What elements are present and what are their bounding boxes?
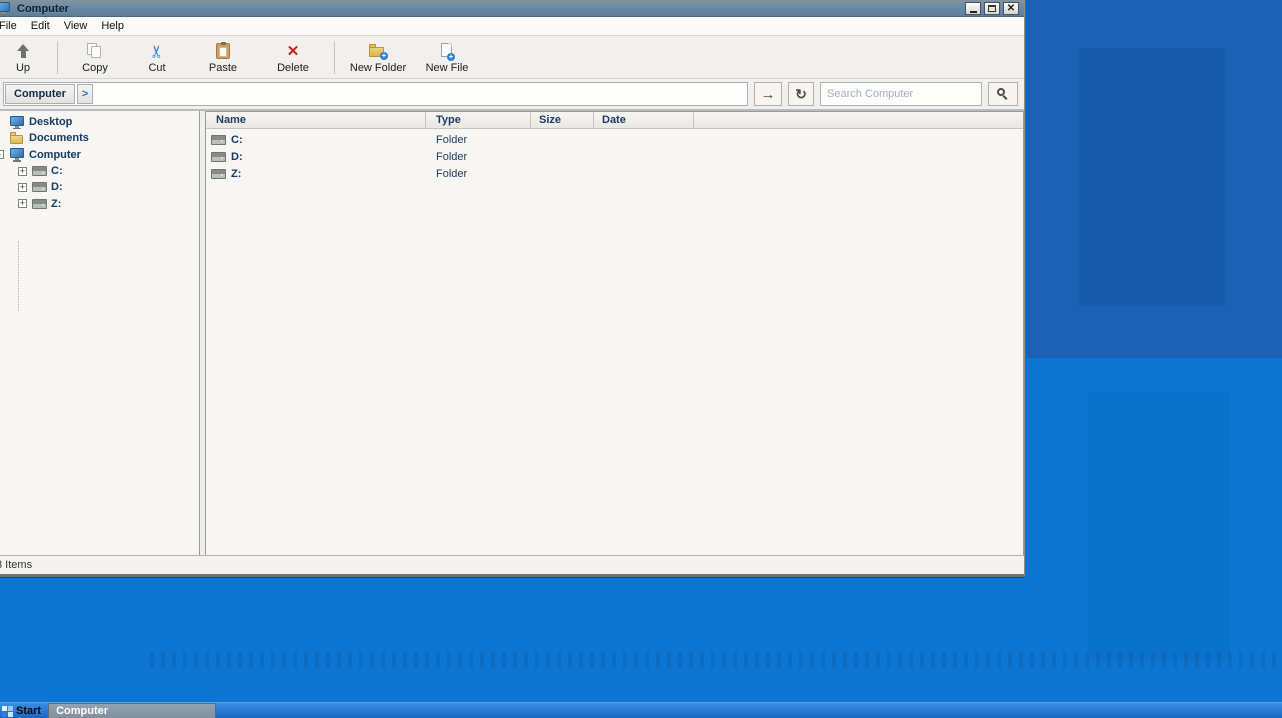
minimize-icon — [970, 11, 977, 13]
titlebar[interactable]: Computer ✕ — [0, 1, 1024, 17]
status-bar: 3 Items — [0, 555, 1024, 574]
expand-expander[interactable]: + — [18, 199, 27, 208]
tree-item-drive-c[interactable]: + C: — [0, 163, 199, 179]
desktop-dark-region — [1026, 0, 1282, 358]
desktop-icon — [10, 116, 25, 129]
folder-icon — [10, 132, 25, 144]
breadcrumb-chevron-icon[interactable]: > — [77, 84, 93, 104]
tree-item-drive-d[interactable]: + D: — [0, 179, 199, 195]
scissors-icon: ✂ — [149, 44, 166, 58]
new-folder-icon: + — [369, 44, 387, 58]
go-button[interactable]: → — [754, 82, 782, 106]
desktop: Computer ✕ File Edit View Help Up Copy — [0, 0, 1282, 718]
collapse-expander[interactable]: - — [0, 150, 4, 159]
new-file-button[interactable]: + New File — [415, 38, 479, 77]
drive-icon — [211, 169, 226, 179]
tree-item-desktop[interactable]: Desktop — [0, 114, 199, 130]
menu-edit[interactable]: Edit — [24, 18, 57, 34]
start-button[interactable]: Start — [0, 703, 45, 718]
path-box[interactable]: Computer > — [3, 82, 748, 106]
table-body: C: Folder D: Folder — [206, 129, 1023, 555]
expand-expander[interactable]: + — [18, 183, 27, 192]
close-icon: ✕ — [1007, 4, 1015, 14]
tree-connector-line — [18, 241, 19, 311]
item-count: 3 Items — [0, 559, 32, 571]
minimize-button[interactable] — [965, 2, 981, 15]
maximize-button[interactable] — [984, 2, 1000, 15]
new-folder-button[interactable]: + New Folder — [341, 38, 415, 77]
column-header-date[interactable]: Date — [594, 112, 694, 128]
desktop-shadow-rect — [1078, 48, 1226, 306]
close-button[interactable]: ✕ — [1003, 2, 1019, 15]
window-title: Computer — [17, 3, 965, 15]
drive-icon — [211, 152, 226, 162]
taskbar: Start Computer — [0, 702, 1282, 718]
drive-icon — [32, 182, 47, 192]
folder-tree-pane: Desktop Documents - Computer + C: — [0, 111, 200, 555]
search-input[interactable] — [820, 82, 982, 106]
file-list-pane: Name Type Size Date C: Folder — [205, 111, 1024, 555]
drive-icon — [211, 135, 226, 145]
cut-button[interactable]: ✂ Cut — [126, 38, 188, 77]
up-arrow-icon — [15, 43, 31, 59]
copy-button[interactable]: Copy — [64, 38, 126, 77]
paste-button[interactable]: Paste — [188, 38, 258, 77]
column-header-filler — [694, 112, 1023, 128]
toolbar-separator — [334, 41, 335, 74]
expand-expander[interactable]: + — [18, 167, 27, 176]
tree-item-drive-z[interactable]: + Z: — [0, 195, 199, 211]
delete-x-icon: ✕ — [287, 44, 300, 59]
clipboard-icon — [216, 43, 230, 59]
address-bar: Computer > → ↻ — [0, 79, 1024, 111]
menubar: File Edit View Help — [0, 17, 1024, 36]
column-header-type[interactable]: Type — [426, 112, 531, 128]
desktop-shadow-rect-lower — [1088, 392, 1230, 660]
start-flag-icon — [2, 706, 13, 717]
refresh-button[interactable]: ↻ — [788, 82, 814, 106]
column-header-name[interactable]: Name — [206, 112, 426, 128]
window-computer-icon — [0, 2, 11, 15]
menu-help[interactable]: Help — [94, 18, 131, 34]
content-area: Desktop Documents - Computer + C: — [0, 111, 1024, 555]
magnifier-icon — [997, 88, 1009, 100]
copy-icon — [87, 43, 103, 59]
breadcrumb-computer[interactable]: Computer — [5, 84, 75, 104]
table-row[interactable]: D: Folder — [206, 148, 1023, 165]
refresh-icon: ↻ — [795, 86, 807, 103]
search-button[interactable] — [988, 82, 1018, 106]
toolbar: Up Copy ✂ Cut Paste ✕ Delete + New — [0, 36, 1024, 79]
table-header: Name Type Size Date — [206, 112, 1023, 129]
menu-file[interactable]: File — [0, 18, 24, 34]
toolbar-separator — [57, 41, 58, 74]
up-button[interactable]: Up — [0, 38, 51, 77]
go-arrow-icon: → — [761, 86, 776, 103]
maximize-icon — [988, 5, 996, 12]
tree-item-documents[interactable]: Documents — [0, 130, 199, 146]
drive-icon — [32, 199, 47, 209]
new-file-icon: + — [440, 43, 454, 59]
table-row[interactable]: C: Folder — [206, 131, 1023, 148]
table-row[interactable]: Z: Folder — [206, 165, 1023, 182]
computer-icon — [10, 148, 25, 161]
desktop-wallpaper-pattern — [150, 652, 1282, 668]
file-manager-window: Computer ✕ File Edit View Help Up Copy — [0, 0, 1025, 577]
delete-button[interactable]: ✕ Delete — [258, 38, 328, 77]
menu-view[interactable]: View — [57, 18, 95, 34]
tree-item-computer[interactable]: - Computer — [0, 147, 199, 163]
drive-icon — [32, 166, 47, 176]
column-header-size[interactable]: Size — [531, 112, 594, 128]
taskbar-task-computer[interactable]: Computer — [48, 703, 216, 718]
